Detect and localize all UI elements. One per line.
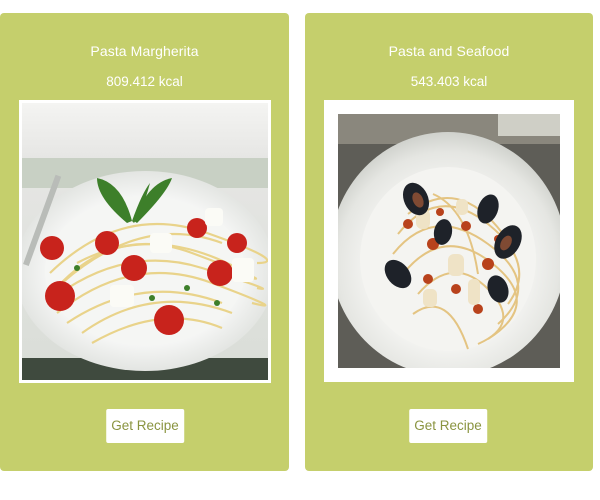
recipe-card: Pasta Margherita 809.412 kcal Get Recipe — [0, 13, 289, 471]
recipe-calories: 809.412 kcal — [106, 74, 183, 89]
pasta-seafood-photo — [338, 114, 560, 368]
recipe-image-frame — [324, 100, 574, 382]
get-recipe-button[interactable]: Get Recipe — [106, 409, 184, 443]
recipe-grid: Pasta Margherita 809.412 kcal Get Recipe… — [0, 0, 600, 500]
recipe-image-frame — [19, 100, 271, 383]
recipe-title: Pasta and Seafood — [388, 43, 510, 59]
get-recipe-button[interactable]: Get Recipe — [409, 409, 487, 443]
pasta-margherita-photo — [22, 103, 268, 380]
recipe-title: Pasta Margherita — [90, 43, 199, 59]
recipe-calories: 543.403 kcal — [410, 74, 488, 89]
recipe-card: Pasta and Seafood 543.403 kcal Get Recip… — [305, 13, 593, 471]
